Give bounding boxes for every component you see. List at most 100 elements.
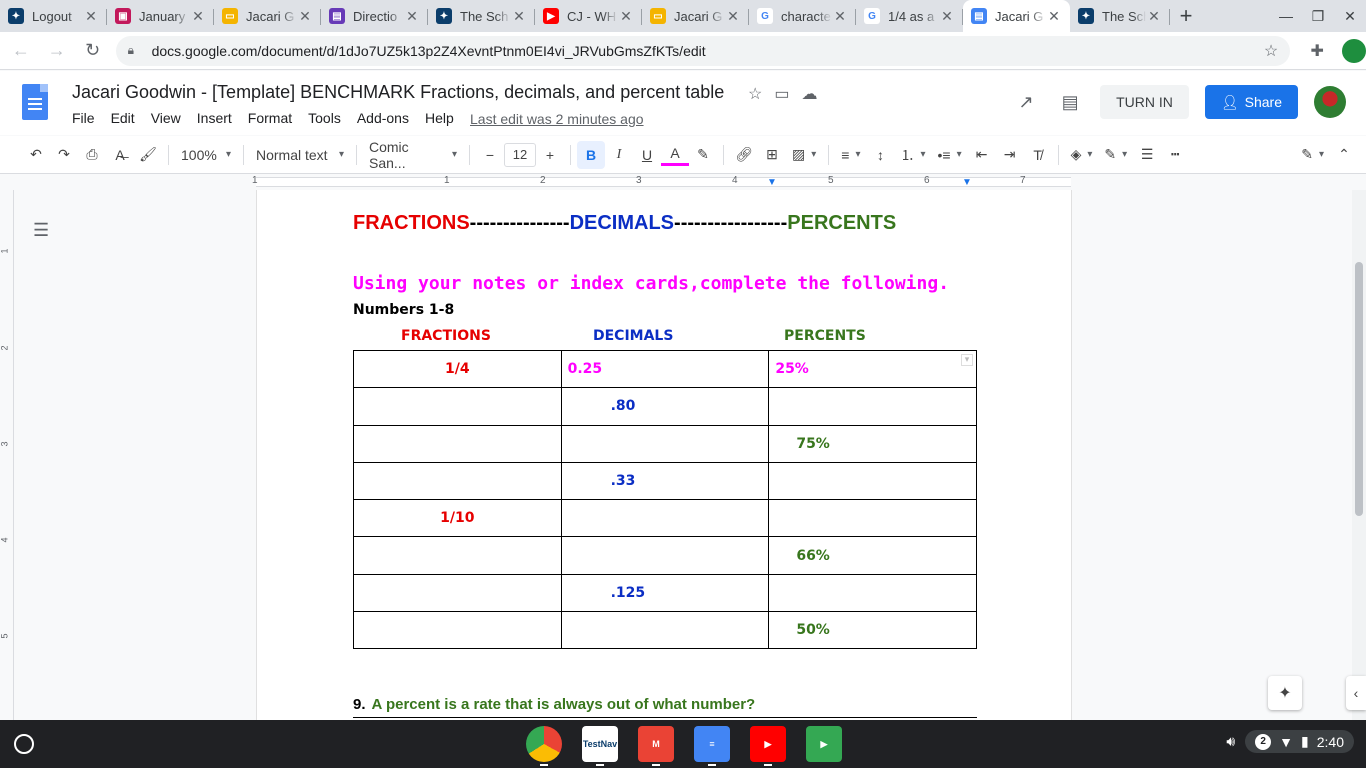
style-select[interactable]: Normal text <box>250 141 350 169</box>
cloud-status-icon[interactable]: ☁ <box>801 84 817 104</box>
browser-tab[interactable]: ✦ The Sch ✕ <box>1070 0 1170 32</box>
share-button[interactable]: 👤︎ Share <box>1204 85 1298 119</box>
decimal-cell[interactable] <box>560 424 770 463</box>
browser-tab[interactable]: ✦ Logout ✕ <box>0 0 107 32</box>
tab-close-icon[interactable]: ✕ <box>618 8 634 25</box>
comments-icon[interactable]: ▤ <box>1056 92 1084 113</box>
percent-cell[interactable] <box>768 387 977 426</box>
percent-cell[interactable] <box>768 499 977 538</box>
align-icon[interactable]: ≡ <box>835 141 866 169</box>
browser-tab[interactable]: G 1/4 as a ✕ <box>856 0 963 32</box>
document-outline-icon[interactable]: ☰ <box>33 220 49 241</box>
extensions-icon[interactable]: ✚ <box>1302 36 1332 66</box>
back-icon[interactable]: ← <box>6 36 36 66</box>
decimal-cell[interactable]: .80 <box>560 387 770 426</box>
launcher-icon[interactable] <box>14 734 34 754</box>
vertical-scrollbar[interactable] <box>1352 190 1366 720</box>
close-window-icon[interactable]: ✕ <box>1334 0 1366 32</box>
bookmark-star-icon[interactable]: ☆ <box>1264 41 1278 61</box>
font-size-input[interactable]: 12 <box>504 142 536 167</box>
last-edit-link[interactable]: Last edit was 2 minutes ago <box>470 111 644 127</box>
fill-color-icon[interactable]: ◈ <box>1065 141 1099 169</box>
browser-tab[interactable]: Gcharacte ✕ <box>749 0 856 32</box>
decrease-indent-icon[interactable]: ⇤ <box>968 141 996 169</box>
decimal-cell[interactable] <box>560 611 770 650</box>
browser-tab[interactable]: ▭ Jacari G ✕ <box>214 0 321 32</box>
increase-indent-icon[interactable]: ⇥ <box>996 141 1024 169</box>
line-spacing-icon[interactable]: ↕ <box>866 141 894 169</box>
percent-cell[interactable]: 75% <box>768 424 977 463</box>
menu-tools[interactable]: Tools <box>308 110 349 126</box>
youtube-app-icon[interactable]: ▶ <box>750 726 786 766</box>
tab-close-icon[interactable]: ✕ <box>404 8 420 25</box>
percent-cell[interactable] <box>768 573 977 613</box>
highlight-icon[interactable]: ✎ <box>689 141 717 169</box>
browser-tab[interactable]: ✦ The Sch ✕ <box>428 0 535 32</box>
tab-close-icon[interactable]: ✕ <box>297 8 313 25</box>
tab-close-icon[interactable]: ✕ <box>1146 8 1162 25</box>
turn-in-button[interactable]: TURN IN <box>1100 85 1189 119</box>
menu-file[interactable]: File <box>72 110 103 126</box>
browser-tab[interactable]: ▣ January ✕ <box>107 0 214 32</box>
redo-icon[interactable]: ↷ <box>50 141 78 169</box>
add-comment-icon[interactable]: ⊞ <box>758 141 786 169</box>
docs-logo-icon[interactable] <box>22 84 48 120</box>
status-area[interactable]: 2 ▼ ▮ 2:40 <box>1245 730 1354 753</box>
docs-app-icon[interactable]: ≡ <box>694 726 730 766</box>
menu-help[interactable]: Help <box>425 110 462 126</box>
fraction-cell[interactable]: 1/4 <box>353 349 562 389</box>
system-tray[interactable]: 🔊︎ 2 ▼ ▮ 2:40 <box>1226 730 1354 753</box>
gmail-app-icon[interactable]: M <box>638 726 674 766</box>
bulleted-list-icon[interactable]: •≡ <box>932 141 968 169</box>
decimal-cell[interactable]: 0.25 <box>560 349 770 389</box>
scrollbar-thumb[interactable] <box>1355 262 1363 516</box>
browser-tab[interactable]: ▶ CJ - WH ✕ <box>535 0 642 32</box>
testnav-app-icon[interactable]: TestNav <box>582 726 618 766</box>
fraction-cell[interactable] <box>353 536 562 575</box>
url-input[interactable]: 🔒︎ docs.google.com/document/d/1dJo7UZ5k1… <box>115 35 1291 66</box>
increase-font-size-icon[interactable]: + <box>536 141 564 169</box>
zoom-select[interactable]: 100% <box>175 141 237 169</box>
explore-icon[interactable]: ✦ <box>1268 676 1302 710</box>
new-tab-icon[interactable]: + <box>1170 0 1202 32</box>
insert-image-icon[interactable]: ▨ <box>786 141 822 169</box>
fraction-cell[interactable] <box>353 461 562 501</box>
bold-icon[interactable]: B <box>577 140 605 169</box>
italic-icon[interactable]: I <box>605 141 633 169</box>
undo-icon[interactable]: ↶ <box>22 141 50 169</box>
activity-trend-icon[interactable]: ↗ <box>1012 92 1040 113</box>
percent-cell[interactable]: 50% <box>768 611 977 650</box>
editing-mode-icon[interactable]: ✎ <box>1295 141 1330 169</box>
border-dash-icon[interactable]: ┅ <box>1161 141 1189 169</box>
play-app-icon[interactable]: ▶ <box>806 726 842 762</box>
ruler-bar[interactable] <box>256 177 1071 187</box>
forward-icon[interactable]: → <box>42 36 72 66</box>
collapse-menu-icon[interactable]: ⌃ <box>1330 141 1358 169</box>
percent-cell[interactable] <box>768 461 977 501</box>
decimal-cell[interactable]: .125 <box>560 573 770 613</box>
fraction-cell[interactable] <box>353 424 562 463</box>
minimize-icon[interactable]: — <box>1270 0 1302 32</box>
user-avatar[interactable] <box>1314 86 1346 118</box>
text-color-icon[interactable]: A <box>661 144 689 166</box>
menu-format[interactable]: Format <box>248 110 300 126</box>
restore-icon[interactable]: ❐ <box>1302 0 1334 32</box>
link-icon[interactable]: 🔗︎ <box>730 141 758 169</box>
side-panel-toggle-icon[interactable]: ‹ <box>1346 676 1366 710</box>
clear-formatting-icon[interactable]: T̸ <box>1024 141 1052 169</box>
menu-edit[interactable]: Edit <box>111 110 143 126</box>
browser-tab[interactable]: ▭ Jacari G ✕ <box>642 0 749 32</box>
paint-format-icon[interactable]: 🖌︎ <box>134 141 162 169</box>
fraction-cell[interactable] <box>353 611 562 650</box>
tab-close-icon[interactable]: ✕ <box>511 8 527 25</box>
cell-dropdown-icon[interactable]: ▾ <box>961 354 973 366</box>
sound-icon[interactable]: 🔊︎ <box>1226 733 1235 750</box>
chrome-app-icon[interactable] <box>526 726 562 766</box>
browser-tab[interactable]: ▤ Jacari G ✕ <box>963 0 1070 32</box>
document-page[interactable]: FRACTIONS---------------DECIMALS--------… <box>256 190 1072 720</box>
menu-view[interactable]: View <box>151 110 189 126</box>
decimal-cell[interactable] <box>560 499 770 538</box>
border-width-icon[interactable]: ☰ <box>1133 141 1161 169</box>
tab-close-icon[interactable]: ✕ <box>83 8 99 25</box>
fraction-cell[interactable]: 1/10 <box>353 499 562 538</box>
